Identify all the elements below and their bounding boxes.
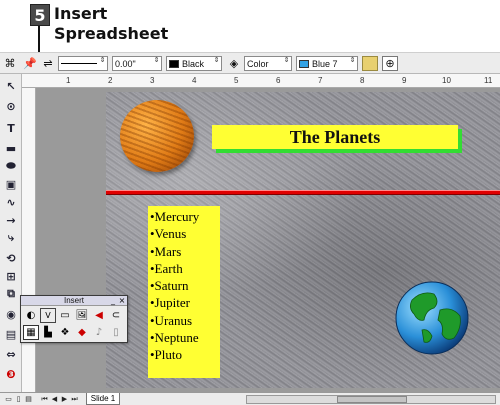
slide-canvas[interactable]: The Planets •Mercury •Venus •Mars •Earth… [106, 92, 500, 388]
ruler-number: 10 [442, 76, 451, 85]
shadow-icon[interactable] [362, 56, 378, 71]
area-fill-icon[interactable]: ◈ [226, 56, 242, 71]
horizontal-ruler[interactable]: 1 2 3 4 5 6 7 8 9 10 11 [22, 74, 500, 88]
planet-item: •Jupiter [150, 295, 190, 311]
insert-formula-icon[interactable]: ♪ [91, 325, 107, 340]
zoom-tool-icon[interactable]: ⊙ [3, 98, 19, 114]
curve-tool-icon[interactable]: ∿ [3, 194, 19, 210]
area-color-swatch [299, 59, 309, 68]
horizontal-scrollbar[interactable] [246, 395, 496, 404]
insert-object-icon[interactable]: ▤ [3, 326, 19, 342]
insert-fields-icon[interactable]: V [40, 308, 56, 323]
insert-plugin-icon[interactable]: ⊂ [108, 308, 124, 323]
zoom-icon[interactable]: ⊕ [382, 56, 398, 71]
chevron-updown-icon: ⇕ [283, 57, 290, 64]
planet-item: •Pluto [150, 347, 183, 363]
ruler-number: 9 [402, 76, 407, 85]
ruler-number: 2 [108, 76, 113, 85]
ruler-number: 7 [318, 76, 323, 85]
line-color-select[interactable]: Black ⇕ [166, 56, 222, 71]
toolbar-handle-icon[interactable]: ⌘ [2, 56, 18, 71]
effects-tool-icon[interactable]: ⟲ [3, 250, 19, 266]
planet-item: •Earth [150, 260, 183, 276]
minimize-icon[interactable]: _ [109, 296, 117, 305]
insert-chart-icon[interactable]: ▙ [40, 325, 56, 340]
ruler-number: 8 [360, 76, 365, 85]
area-color-value: Blue 7 [312, 58, 338, 69]
line-style-select[interactable]: ⇕ [58, 56, 108, 71]
insert-applet-icon[interactable]: ◆ [74, 325, 90, 340]
planet-item: •Mercury [150, 209, 200, 224]
ruler-number: 3 [150, 76, 155, 85]
3d-object-icon[interactable]: ▣ [3, 176, 19, 192]
insert-slide-icon[interactable]: ◐ [23, 308, 39, 323]
pin-icon[interactable]: 📌 [22, 56, 38, 71]
view-mode-icon[interactable]: ▤ [24, 394, 33, 404]
vertical-ruler[interactable] [22, 88, 36, 392]
3d-effects-icon[interactable]: ❸ [3, 366, 19, 382]
line-width-input[interactable]: 0.00" ⇕ [112, 56, 162, 71]
connector-tool-icon[interactable]: ⤷ [3, 230, 19, 246]
tab-slide-1[interactable]: Slide 1 [86, 393, 120, 405]
arrange-tool-icon[interactable]: ⧉ [3, 286, 19, 302]
planet-item: •Uranus [150, 312, 193, 328]
planet-list-box[interactable]: •Mercury •Venus •Mars •Earth •Saturn •Ju… [148, 206, 220, 378]
prev-slide-icon[interactable]: ◀ [50, 394, 59, 404]
last-slide-icon[interactable]: ⏭ [70, 394, 79, 404]
planet-item: •Neptune [150, 330, 199, 346]
line-ends-icon[interactable]: ⇌ [40, 56, 56, 71]
ruler-number: 4 [192, 76, 197, 85]
close-icon[interactable]: × [118, 296, 126, 305]
rectangle-tool-icon[interactable]: ▬ [3, 140, 19, 156]
area-style-value: Color [247, 58, 269, 69]
chevron-updown-icon: ⇕ [213, 57, 220, 64]
line-tool-icon[interactable]: → [3, 212, 19, 228]
title-box[interactable]: The Planets [212, 125, 458, 149]
ruler-number: 6 [276, 76, 281, 85]
drawing-toolbox: ↖ ⊙ T ▬ ⬬ ▣ ∿ → ⤷ ⟲ ⊞ ⧉ ◉ ▤ ⇔ ❸ [0, 74, 22, 392]
insert-spreadsheet-icon[interactable]: ▦ [23, 325, 39, 340]
planet-item: •Saturn [150, 278, 189, 294]
first-slide-icon[interactable]: ⏮ [40, 394, 49, 404]
ruler-number: 5 [234, 76, 239, 85]
planet-item: •Venus [150, 226, 187, 242]
insert-floating-toolbar: Insert _ × ◐ V ▭ 🖼 ◀ ⊂ ▦ ▙ ❖ ◆ ♪ ▯ [20, 295, 128, 343]
ruler-number: 1 [66, 76, 71, 85]
align-tool-icon[interactable]: ⊞ [3, 268, 19, 284]
slide-title: The Planets [289, 126, 381, 147]
step-badge: 5 [30, 4, 50, 26]
insert-image-icon[interactable]: 🖼 [74, 308, 90, 323]
chevron-updown-icon: ⇕ [153, 57, 160, 64]
line-color-value: Black [182, 58, 205, 69]
earth-globe-image[interactable] [394, 280, 470, 356]
planet-item: •Mars [150, 243, 182, 259]
sun-image[interactable] [120, 100, 194, 172]
area-color-select[interactable]: Blue 7 ⇕ [296, 56, 358, 71]
line-area-toolbar: ⌘ 📌 ⇌ ⇕ 0.00" ⇕ Black ⇕ ◈ Color ⇕ Blue 7… [0, 52, 500, 74]
area-style-select[interactable]: Color ⇕ [244, 56, 292, 71]
interaction-icon[interactable]: ⇔ [3, 346, 19, 362]
insert-object-icon[interactable]: ❖ [57, 325, 73, 340]
scrollbar-thumb[interactable] [337, 396, 407, 403]
line-style-preview [61, 63, 97, 64]
ellipse-tool-icon[interactable]: ⬬ [3, 158, 19, 174]
line-color-swatch [169, 59, 179, 68]
text-tool-icon[interactable]: T [3, 120, 19, 136]
ruler-number: 11 [484, 76, 493, 85]
bottom-tab-bar: ▭ ▯ ▤ ⏮ ◀ ▶ ⏭ Slide 1 [0, 392, 500, 405]
insert-file-icon[interactable]: ▯ [108, 325, 124, 340]
next-slide-icon[interactable]: ▶ [60, 394, 69, 404]
red-divider-line[interactable] [106, 190, 500, 195]
select-arrow-icon[interactable]: ↖ [3, 78, 19, 94]
chevron-updown-icon: ⇕ [349, 57, 356, 64]
callout-title: Insert Spreadsheet [54, 4, 169, 43]
chevron-updown-icon: ⇕ [99, 57, 106, 64]
line-width-value: 0.00" [115, 58, 136, 69]
insert-tool-icon[interactable]: ◉ [3, 306, 19, 322]
view-mode-icon[interactable]: ▯ [14, 394, 23, 404]
insert-sound-icon[interactable]: ◀ [91, 308, 107, 323]
view-mode-icon[interactable]: ▭ [4, 394, 13, 404]
insert-frame-icon[interactable]: ▭ [57, 308, 73, 323]
